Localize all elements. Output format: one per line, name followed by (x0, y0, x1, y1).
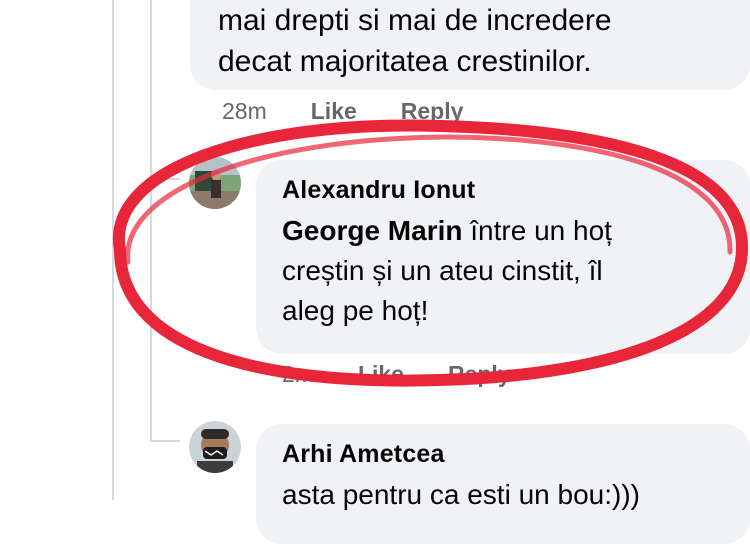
comment-timestamp: 2m (282, 361, 314, 387)
comment-text: între un hoț (462, 215, 612, 246)
comment-text-line: aleg pe hoț! (282, 295, 429, 326)
comment-actions-top: 28m Like Reply (222, 98, 463, 125)
avatar[interactable] (189, 421, 241, 473)
comment-bubble-top: mai drepti si mai de incredere decat maj… (190, 0, 750, 90)
comment-actions-reply-1: 2m Like Reply (282, 361, 511, 388)
avatar[interactable] (189, 157, 241, 209)
thread-line-outer (112, 0, 114, 500)
comment-author[interactable]: Alexandru Ionut (282, 176, 612, 205)
comment-bubble-reply-2: Arhi Ametcea asta pentru ca esti un bou:… (256, 424, 750, 544)
comment-text-line: creștin și un ateu cinstit, îl (282, 255, 603, 286)
comment-text-line: asta pentru ca esti un bou:))) (282, 479, 640, 510)
comment-author[interactable]: Arhi Ametcea (282, 440, 640, 469)
mention-link[interactable]: George Marin (282, 215, 462, 246)
masked-person-avatar-icon (189, 421, 241, 473)
reply-button[interactable]: Reply (448, 361, 511, 388)
reply-button[interactable]: Reply (401, 98, 464, 125)
comment-text-line: decat majoritatea crestinilor. (218, 45, 592, 78)
like-button[interactable]: Like (311, 98, 357, 125)
like-button[interactable]: Like (358, 361, 404, 388)
thread-line-inner (150, 0, 152, 440)
person-photo-avatar-icon (189, 157, 241, 209)
comment-bubble-reply-1: Alexandru Ionut George Marin între un ho… (256, 160, 750, 354)
thread-branch-2 (150, 440, 180, 442)
comment-text-line: mai drepti si mai de incredere (218, 4, 612, 37)
comment-timestamp: 28m (222, 98, 267, 124)
thread-branch-1 (150, 178, 180, 180)
